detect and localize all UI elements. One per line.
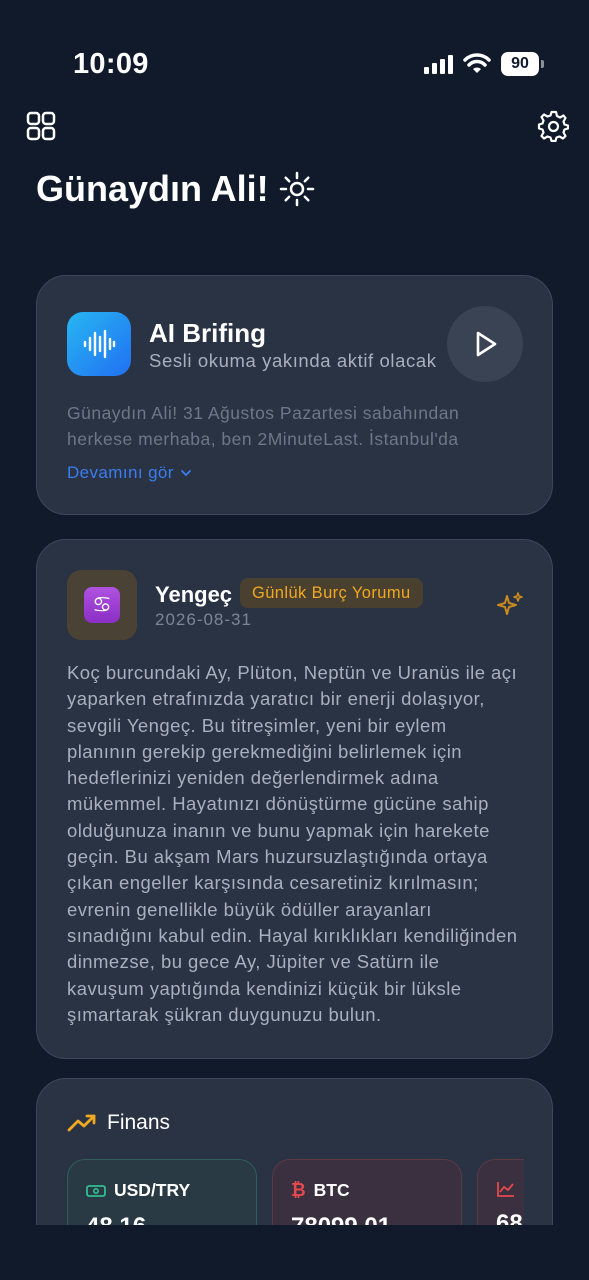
- ticker-third[interactable]: 68: [477, 1159, 524, 1229]
- finance-ticker-list: USD/TRY 48.16 ₿ BTC 78099.01 68: [67, 1159, 524, 1229]
- horoscope-badge: Günlük Burç Yorumu: [240, 578, 423, 608]
- horoscope-sign: Yengeç: [155, 582, 233, 607]
- sun-icon: [279, 171, 314, 207]
- horoscope-date: 2026-08-31: [155, 610, 252, 629]
- chart-icon: [497, 1182, 514, 1197]
- ai-briefing-title: AI Brifing: [149, 318, 266, 348]
- zodiac-sign-icon: ♋: [67, 570, 137, 640]
- waveform-icon: [67, 312, 131, 376]
- status-time: 10:09: [73, 48, 149, 80]
- show-more-link[interactable]: Devamını gör: [67, 463, 192, 483]
- status-bar: 10:09 90: [0, 0, 589, 110]
- ai-briefing-subtitle: Sesli okuma yakında aktif olacak: [149, 350, 437, 371]
- wifi-icon: [463, 53, 491, 73]
- finance-header: Finans: [67, 1111, 170, 1135]
- cancer-sign-icon: ♋: [84, 587, 120, 623]
- battery-indicator: 90: [501, 52, 544, 76]
- bottom-safe-area: [0, 1225, 589, 1280]
- horoscope-text: Koç burcundaki Ay, Plüton, Neptün ve Ura…: [67, 662, 518, 1025]
- greeting-text: Günaydın Ali!: [36, 168, 269, 209]
- show-more-label: Devamını gör: [67, 463, 174, 482]
- chevron-down-icon: [180, 470, 191, 477]
- play-icon: [476, 331, 497, 357]
- money-icon: [86, 1184, 106, 1197]
- ai-briefing-text: Günaydın Ali! 31 Ağustos Pazartesi sabah…: [67, 403, 460, 449]
- ticker-usd-try[interactable]: USD/TRY 48.16: [67, 1159, 257, 1229]
- horoscope-card: ♋ Yengeç Günlük Burç Yorumu 2026-08-31 K…: [36, 539, 553, 1059]
- ticker-label: BTC: [313, 1180, 350, 1200]
- sparkle-icon[interactable]: [495, 590, 525, 620]
- greeting-heading: Günaydın Ali!: [36, 168, 315, 210]
- gear-icon[interactable]: [537, 110, 569, 142]
- finance-title: Finans: [107, 1111, 171, 1134]
- ai-briefing-card: AI Brifing Sesli okuma yakında aktif ola…: [36, 275, 553, 515]
- play-button[interactable]: [447, 306, 523, 382]
- grid-icon[interactable]: [25, 110, 57, 142]
- signal-icon: [424, 55, 453, 74]
- ticker-btc[interactable]: ₿ BTC 78099.01: [272, 1159, 462, 1229]
- status-icons: 90: [423, 52, 544, 76]
- bitcoin-icon: ₿: [291, 1180, 306, 1200]
- ticker-label: USD/TRY: [114, 1180, 191, 1200]
- trending-up-icon: [67, 1114, 96, 1132]
